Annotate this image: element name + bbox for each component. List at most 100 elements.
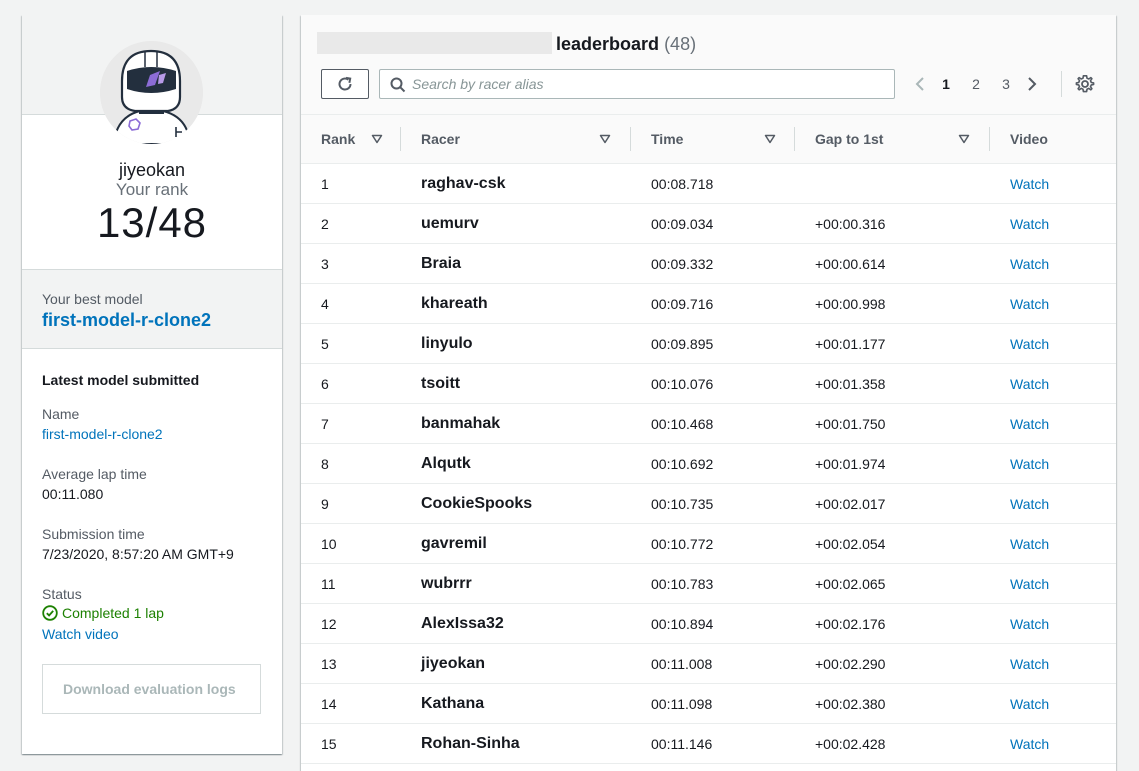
racer-cell: uemurv	[401, 203, 631, 244]
table-row: 12 AlexIssa32 00:10.894 +00:02.176 Watch	[301, 603, 1116, 644]
racer-cell: banmahak	[401, 403, 631, 444]
watch-video-link[interactable]: Watch video	[42, 626, 119, 642]
time-cell: 00:09.895	[631, 323, 795, 364]
caret-down-icon[interactable]	[764, 133, 776, 145]
refresh-icon	[338, 76, 352, 91]
refresh-button[interactable]	[321, 69, 369, 99]
rank-cell: 14	[301, 683, 401, 724]
video-cell: Watch	[990, 483, 1116, 524]
prev-page-button[interactable]	[909, 71, 931, 97]
video-cell: Watch	[990, 283, 1116, 324]
rank-cell: 15	[301, 723, 401, 764]
table-row: 8 Alqutk 00:10.692 +00:01.974 Watch	[301, 443, 1116, 484]
racer-cell: CookieSpooks	[401, 483, 631, 524]
watch-link[interactable]: Watch	[1010, 456, 1049, 472]
column-header-racer[interactable]: Racer	[401, 115, 631, 164]
rank-cell: 1	[301, 163, 401, 204]
caret-down-icon[interactable]	[599, 133, 611, 145]
status-label: Status	[42, 586, 82, 602]
table-row: 7 banmahak 00:10.468 +00:01.750 Watch	[301, 403, 1116, 444]
video-cell: Watch	[990, 403, 1116, 444]
video-cell: Watch	[990, 323, 1116, 364]
rank-cell: 8	[301, 443, 401, 484]
page-3-button[interactable]: 3	[991, 76, 1021, 92]
racer-cell: jiyeokan	[401, 643, 631, 684]
watch-link[interactable]: Watch	[1010, 176, 1049, 192]
watch-link[interactable]: Watch	[1010, 216, 1049, 232]
watch-link[interactable]: Watch	[1010, 696, 1049, 712]
racer-cell: AlexIssa32	[401, 603, 631, 644]
watch-link[interactable]: Watch	[1010, 736, 1049, 752]
time-cell: 00:11.008	[631, 643, 795, 684]
settings-button[interactable]	[1075, 74, 1095, 94]
search-input[interactable]	[412, 74, 882, 94]
column-header-gap[interactable]: Gap to 1st	[795, 115, 990, 164]
rank-label: Your rank	[115, 180, 189, 199]
watch-link[interactable]: Watch	[1010, 576, 1049, 592]
rank-cell: 2	[301, 203, 401, 244]
rank-cell: 3	[301, 243, 401, 284]
rank-cell: 12	[301, 603, 401, 644]
rank-cell: 7	[301, 403, 401, 444]
watch-link[interactable]: Watch	[1010, 376, 1049, 392]
time-cell: 00:11.098	[631, 683, 795, 724]
racer-helmet-icon	[100, 41, 203, 144]
watch-link[interactable]: Watch	[1010, 616, 1049, 632]
model-name-link[interactable]: first-model-r-clone2	[42, 426, 163, 442]
video-cell: Watch	[990, 363, 1116, 404]
racer-cell: gavremil	[401, 523, 631, 564]
watch-link[interactable]: Watch	[1010, 536, 1049, 552]
video-cell: Watch	[990, 163, 1116, 204]
column-header-rank[interactable]: Rank	[301, 115, 401, 164]
rank-cell: 5	[301, 323, 401, 364]
gap-cell: +00:00.316	[795, 203, 990, 244]
gap-cell: +00:02.428	[795, 723, 990, 764]
time-cell: 00:11.146	[631, 723, 795, 764]
racer-cell: tsoitt	[401, 363, 631, 404]
racer-cell: Alqutk	[401, 443, 631, 484]
time-cell: 00:10.894	[631, 603, 795, 644]
username: jiyeokan	[118, 160, 186, 180]
watch-link[interactable]: Watch	[1010, 656, 1049, 672]
watch-link[interactable]: Watch	[1010, 336, 1049, 352]
time-cell: 00:10.692	[631, 443, 795, 484]
chevron-left-icon	[915, 77, 924, 91]
time-cell: 00:10.468	[631, 403, 795, 444]
next-page-button[interactable]	[1021, 71, 1043, 97]
watch-link[interactable]: Watch	[1010, 256, 1049, 272]
best-model-label: Your best model	[42, 291, 143, 307]
download-logs-button[interactable]: Download evaluation logs	[42, 664, 261, 714]
racer-cell: linyulo	[401, 323, 631, 364]
gap-cell: +00:00.998	[795, 283, 990, 324]
watch-link[interactable]: Watch	[1010, 496, 1049, 512]
column-header-label: Racer	[421, 131, 460, 147]
time-cell: 00:10.783	[631, 563, 795, 604]
pager-divider	[1061, 71, 1062, 97]
time-cell: 00:08.718	[631, 163, 795, 204]
rank-value: 13/48	[96, 199, 208, 246]
search-field[interactable]	[379, 69, 895, 99]
submission-time-label: Submission time	[42, 526, 145, 542]
time-cell: 00:09.034	[631, 203, 795, 244]
video-cell: Watch	[990, 723, 1116, 764]
column-header-label: Time	[651, 131, 684, 147]
watch-link[interactable]: Watch	[1010, 296, 1049, 312]
table-row: 10 gavremil 00:10.772 +00:02.054 Watch	[301, 523, 1116, 564]
column-header-video: Video	[990, 115, 1116, 164]
column-header-time[interactable]: Time	[631, 115, 795, 164]
page-1-button[interactable]: 1	[931, 76, 961, 92]
table-header-row: Rank Racer Time Gap to 1st Video	[301, 115, 1116, 164]
watch-link[interactable]: Watch	[1010, 416, 1049, 432]
gap-cell: +00:01.358	[795, 363, 990, 404]
table-row: 11 wubrrr 00:10.783 +00:02.065 Watch	[301, 563, 1116, 604]
time-cell: 00:10.076	[631, 363, 795, 404]
gap-cell: +00:02.065	[795, 563, 990, 604]
time-cell: 00:09.332	[631, 243, 795, 284]
table-row: 5 linyulo 00:09.895 +00:01.177 Watch	[301, 323, 1116, 364]
caret-down-icon[interactable]	[371, 133, 383, 145]
gap-cell: +00:02.017	[795, 483, 990, 524]
best-model-link[interactable]: first-model-r-clone2	[42, 310, 211, 331]
caret-down-icon[interactable]	[958, 133, 970, 145]
page-2-button[interactable]: 2	[961, 76, 991, 92]
gap-cell: +00:01.974	[795, 443, 990, 484]
